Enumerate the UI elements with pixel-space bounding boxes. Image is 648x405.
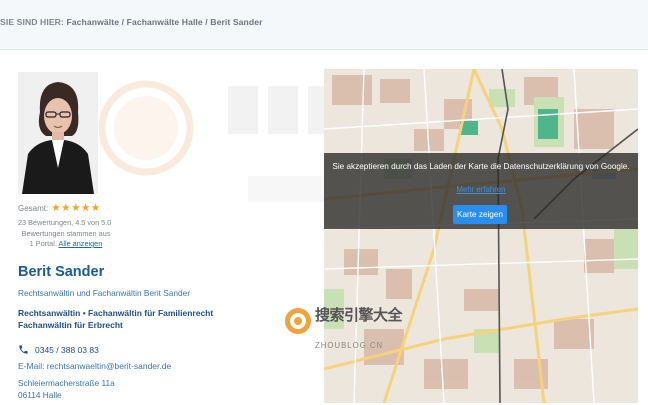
review-source-line2: 1 Portal. Alle anzeigen bbox=[18, 239, 114, 249]
watermark-subtitle: ZHOUBLOG.CN bbox=[315, 341, 384, 350]
phone-number[interactable]: 0345 / 388 03 83 bbox=[35, 345, 99, 355]
star-icon: ★ bbox=[90, 202, 101, 214]
show-map-button[interactable]: Karte zeigen bbox=[453, 205, 507, 224]
more-info-link[interactable]: Mehr erfahren bbox=[324, 185, 638, 194]
rating-label: Gesamt: bbox=[18, 203, 49, 213]
review-count: 23 Bewertungen, 4.5 von 5.0 bbox=[18, 218, 112, 227]
map-consent-text: Sie akzeptieren durch das Laden der Kart… bbox=[332, 162, 630, 171]
email-address[interactable]: E-Mail: rechtsanwaeltin@berit-sander.de bbox=[18, 361, 171, 371]
star-icon: ★ bbox=[81, 202, 91, 214]
star-icon: ★ bbox=[71, 202, 81, 214]
map-preview[interactable] bbox=[324, 69, 638, 403]
review-source-line: Bewertungen stammen aus bbox=[21, 229, 111, 238]
breadcrumb-bar: SIE SIND HIER: Fachanwälte / Fachanwälte… bbox=[0, 0, 648, 50]
breadcrumb-prefix: SIE SIND HIER: bbox=[0, 17, 64, 27]
star-icon: ★ bbox=[51, 202, 61, 214]
address-city: 06114 Halle bbox=[18, 390, 62, 400]
review-source: Bewertungen stammen aus 1 Portal. Alle a… bbox=[18, 229, 114, 249]
rating-row: Gesamt: ★ ★ ★ ★ ★ bbox=[18, 202, 101, 214]
star-icon: ★ bbox=[61, 202, 71, 214]
lawyer-name: Berit Sander bbox=[18, 264, 105, 280]
watermark-title: 搜索引擎大全 bbox=[315, 306, 403, 324]
breadcrumb-path[interactable]: Fachanwälte / Fachanwälte Halle / Berit … bbox=[66, 17, 262, 27]
star-rating: ★ ★ ★ ★ ★ bbox=[51, 202, 101, 214]
breadcrumb: SIE SIND HIER: Fachanwälte / Fachanwälte… bbox=[0, 17, 263, 27]
portal-count: 1 Portal. bbox=[29, 239, 57, 248]
phone-icon bbox=[19, 345, 28, 354]
specialty-inheritance-law: Fachanwältin für Erbrecht bbox=[18, 320, 123, 330]
phone-row: 0345 / 388 03 83 bbox=[18, 344, 99, 355]
profile-photo bbox=[18, 72, 98, 194]
specialty-family-law: Rechtsanwältin • Fachanwältin für Famili… bbox=[18, 308, 214, 318]
watermark-icon bbox=[285, 308, 311, 334]
address-street: Schleiermacherstraße 11a bbox=[18, 378, 115, 388]
watermark-badge: 搜索引擎大全 ZHOUBLOG.CN bbox=[283, 302, 403, 352]
show-all-link[interactable]: Alle anzeigen bbox=[58, 239, 102, 248]
lawyer-subtitle: Rechtsanwältin und Fachanwältin Berit Sa… bbox=[18, 288, 191, 298]
